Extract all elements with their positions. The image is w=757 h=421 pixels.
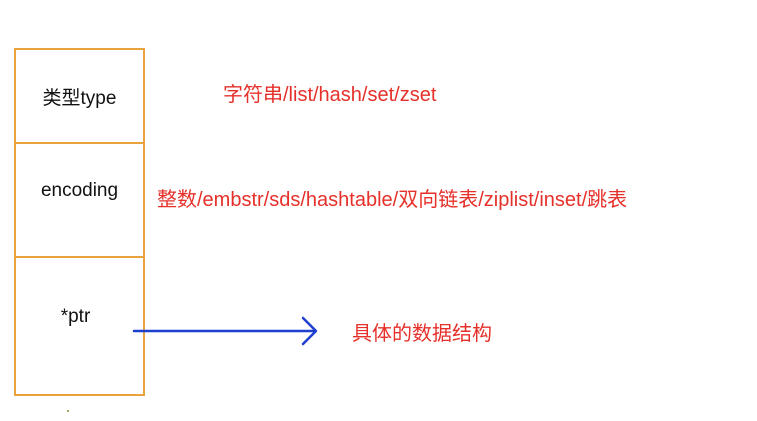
stray-dot xyxy=(67,410,69,412)
ptr-arrow xyxy=(132,316,318,346)
